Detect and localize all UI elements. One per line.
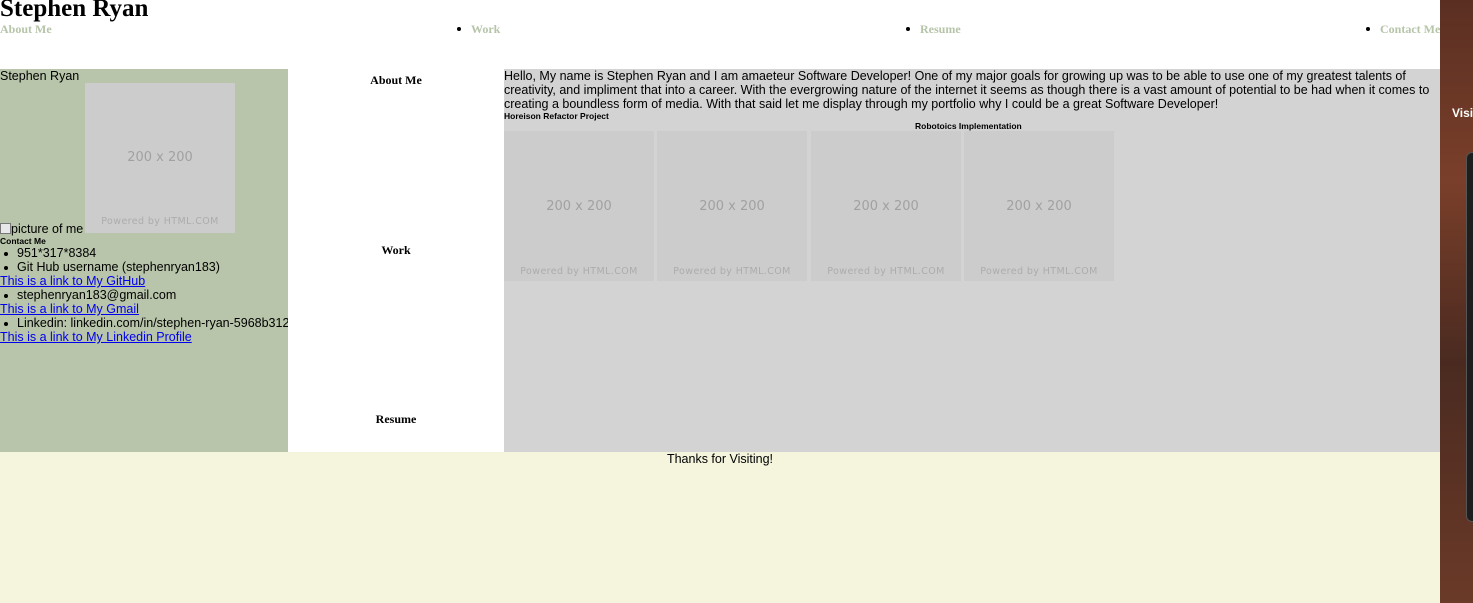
image-alt-text: picture of me xyxy=(11,222,84,236)
profile-image-placeholder: 200 x 200 Powered by HTML.COM xyxy=(85,83,235,233)
project-title-horeison: Horeison Refactor Project xyxy=(504,111,609,121)
heading-resume: Resume xyxy=(375,412,417,426)
profile-sidebar: Stephen Ryan 200 x 200 Powered by HTML.C… xyxy=(0,69,296,452)
broken-image-icon xyxy=(0,223,11,234)
placeholder-size-text: 200 x 200 xyxy=(127,150,193,165)
placeholder-size-text: 200 x 200 xyxy=(853,199,919,214)
contact-github-username: Git Hub username (stephenryan183) xyxy=(17,260,220,274)
nav-item-contact-me[interactable]: Contact Me xyxy=(1365,22,1440,36)
gmail-link[interactable]: This is a link to My Gmail xyxy=(0,302,139,316)
project-image-placeholder: 200 x 200 Powered by HTML.COM xyxy=(657,131,807,281)
adjacent-window-strip: Visi xyxy=(1440,0,1473,603)
placeholder-brand-text: Powered by HTML.COM xyxy=(520,266,638,277)
adjacent-window-panel xyxy=(1466,152,1473,522)
heading-about-me: About Me xyxy=(370,73,422,87)
contact-email: stephenryan183@gmail.com xyxy=(17,288,177,302)
contact-heading: Contact Me xyxy=(0,236,46,246)
intro-paragraph: Hello, My name is Stephen Ryan and I am … xyxy=(504,69,1430,111)
placeholder-size-text: 200 x 200 xyxy=(699,199,765,214)
contact-phone: 951*317*8384 xyxy=(17,246,97,260)
nav-item-resume[interactable]: Resume xyxy=(906,22,961,36)
main-nav: About Me Work Resume Contact Me xyxy=(0,22,1440,38)
adjacent-window-label: Visi xyxy=(1452,106,1473,120)
profile-name: Stephen Ryan xyxy=(0,69,80,83)
placeholder-brand-text: Powered by HTML.COM xyxy=(827,266,945,277)
main-content: Hello, My name is Stephen Ryan and I am … xyxy=(504,69,1440,452)
project-image-placeholder: 200 x 200 Powered by HTML.COM xyxy=(811,131,961,281)
bullet-icon xyxy=(4,322,8,326)
heading-work: Work xyxy=(381,243,411,257)
bullet-icon xyxy=(4,252,8,256)
project-image-placeholder: 200 x 200 Powered by HTML.COM xyxy=(504,131,654,281)
portfolio-page: Stephen Ryan About Me Work Resume Contac… xyxy=(0,0,1440,603)
project-title-robotics: Robotoics Implementation xyxy=(915,121,1022,131)
linkedin-link[interactable]: This is a link to My Linkedin Profile xyxy=(0,330,192,344)
bullet-icon xyxy=(4,266,8,270)
placeholder-brand-text: Powered by HTML.COM xyxy=(673,266,791,277)
footer-text: Thanks for Visiting! xyxy=(666,452,774,466)
site-title: Stephen Ryan xyxy=(0,0,149,22)
placeholder-size-text: 200 x 200 xyxy=(1006,199,1072,214)
placeholder-brand-text: Powered by HTML.COM xyxy=(101,216,219,227)
placeholder-brand-text: Powered by HTML.COM xyxy=(980,266,1098,277)
project-image-placeholder: 200 x 200 Powered by HTML.COM xyxy=(964,131,1114,281)
nav-item-about-me[interactable]: About Me xyxy=(0,22,52,36)
contact-linkedin: Linkedin: linkedin.com/in/stephen-ryan-5… xyxy=(17,316,297,330)
bullet-icon xyxy=(4,294,8,298)
github-link[interactable]: This is a link to My GitHub xyxy=(0,274,145,288)
broken-image-alt: picture of me xyxy=(0,222,83,236)
nav-item-work[interactable]: Work xyxy=(456,22,500,36)
page-footer: Thanks for Visiting! xyxy=(0,452,1440,603)
placeholder-size-text: 200 x 200 xyxy=(546,199,612,214)
section-nav-column: About Me Work Resume xyxy=(288,69,504,452)
